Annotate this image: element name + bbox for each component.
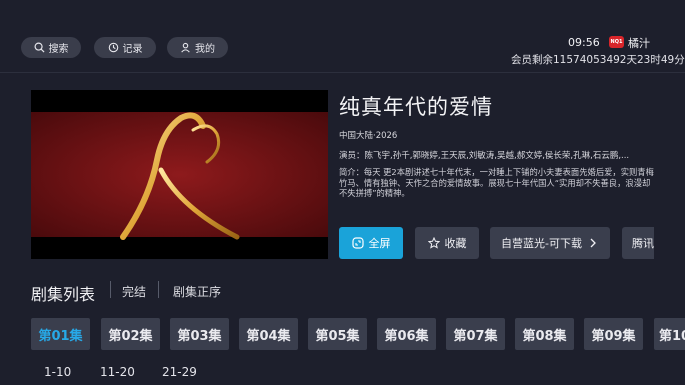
star-icon bbox=[427, 237, 440, 249]
source-label: 自营蓝光-可下载 bbox=[501, 237, 582, 250]
episode-button-6[interactable]: 第06集 bbox=[377, 318, 436, 350]
favorite-label: 收藏 bbox=[444, 237, 467, 250]
brand-logo: NQ1 bbox=[609, 36, 624, 48]
source-select-button[interactable]: 自营蓝光-可下载 bbox=[490, 227, 610, 259]
video-player[interactable] bbox=[31, 90, 328, 259]
fullscreen-button[interactable]: 全屏 bbox=[339, 227, 403, 259]
episode-range-tab[interactable]: 1-10 bbox=[44, 365, 71, 379]
episode-button-1[interactable]: 第01集 bbox=[31, 318, 90, 350]
show-title: 纯真年代的爱情 bbox=[339, 95, 493, 119]
episode-button-10[interactable]: 第10集 bbox=[654, 318, 685, 350]
history-icon bbox=[108, 42, 118, 53]
show-meta: 中国大陆·2026 bbox=[339, 131, 398, 141]
chevron-right-icon bbox=[590, 238, 596, 248]
favorite-button[interactable]: 收藏 bbox=[415, 227, 479, 259]
header-divider bbox=[0, 72, 685, 73]
video-frame-image bbox=[31, 90, 328, 259]
source-next-label: 腾讯 bbox=[632, 237, 654, 250]
episode-range-tab[interactable]: 11-20 bbox=[100, 365, 135, 379]
source-button-next[interactable]: 腾讯 bbox=[622, 227, 654, 259]
separator bbox=[158, 281, 159, 298]
episode-button-3[interactable]: 第03集 bbox=[170, 318, 229, 350]
show-intro: 简介：每天 更2本剧讲述七十年代末，一对睡上下铺的小夫妻表面先婚后爱，实则青梅竹… bbox=[339, 167, 654, 198]
show-cast: 演员：陈飞宇,孙千,郭晓婷,王天辰,刘敏涛,吴越,郝文婷,侯长荣,孔琳,石云鹏,… bbox=[339, 151, 630, 161]
episode-10-label: 第10集 bbox=[659, 328, 685, 344]
status-completed: 完结 bbox=[122, 285, 147, 299]
episode-button-5[interactable]: 第05集 bbox=[308, 318, 367, 350]
episode-button-7[interactable]: 第07集 bbox=[446, 318, 505, 350]
episode-button-8[interactable]: 第08集 bbox=[515, 318, 574, 350]
search-label: 搜索 bbox=[48, 44, 69, 55]
history-label: 记录 bbox=[122, 44, 143, 55]
vip-remaining: 会员剩余11574053492天23时49分 bbox=[511, 54, 685, 66]
episode-button-4[interactable]: 第04集 bbox=[239, 318, 298, 350]
top-bar: 搜索 记录 我的 09:56 NQ1 橘汁 会员剩余11574053492天23… bbox=[0, 0, 685, 74]
episode-range-tab[interactable]: 21-29 bbox=[162, 365, 197, 379]
episode-button-2[interactable]: 第02集 bbox=[101, 318, 160, 350]
brand-name: 橘汁 bbox=[628, 37, 650, 50]
fullscreen-label: 全屏 bbox=[368, 237, 391, 250]
fullscreen-icon bbox=[351, 237, 364, 249]
order-toggle[interactable]: 剧集正序 bbox=[173, 283, 221, 300]
clock: 09:56 bbox=[568, 36, 600, 49]
search-button[interactable]: 搜索 bbox=[21, 37, 81, 58]
mine-button[interactable]: 我的 bbox=[167, 37, 228, 58]
episode-list-title: 剧集列表 bbox=[31, 285, 96, 304]
mine-label: 我的 bbox=[195, 44, 215, 55]
separator bbox=[110, 281, 111, 298]
episode-button-9[interactable]: 第09集 bbox=[584, 318, 643, 350]
history-button[interactable]: 记录 bbox=[94, 37, 156, 58]
user-icon bbox=[181, 42, 190, 53]
search-icon bbox=[34, 42, 45, 53]
